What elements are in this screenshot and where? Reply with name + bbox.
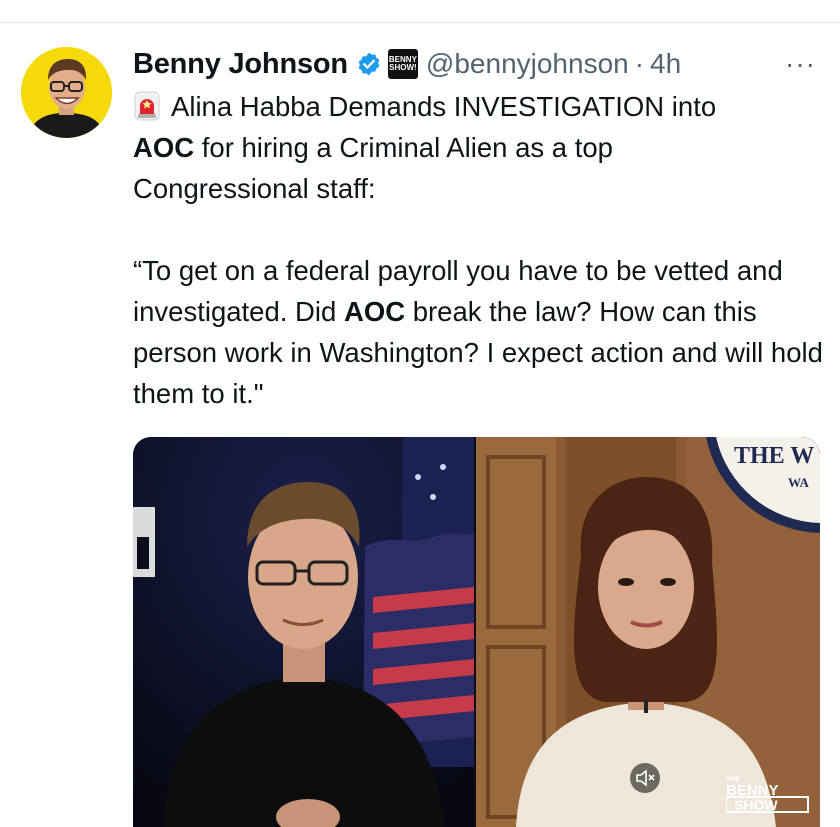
video-player[interactable]: THE W WA <box>133 437 820 827</box>
text-line-1: Alina Habba Demands INVESTIGATION into <box>133 86 823 127</box>
badge-line2: SHOW! <box>389 63 417 72</box>
benny-show-watermark: THE BENNY SHOW <box>726 776 809 813</box>
seal-text: THE W <box>734 443 814 469</box>
avatar[interactable] <box>21 47 112 138</box>
watermark-line3: SHOW <box>734 797 778 813</box>
siren-icon <box>133 91 161 121</box>
text-line-2: AOC for hiring a Criminal Alien as a top <box>133 127 823 168</box>
verified-icon <box>356 51 382 77</box>
video-left-panel <box>133 437 474 827</box>
bold-aoc-2: AOC <box>343 296 406 327</box>
bold-aoc: AOC <box>133 132 195 163</box>
mute-icon[interactable] <box>630 763 660 793</box>
text-line2-rest: for hiring a Criminal Alien as a top <box>194 132 613 163</box>
tweet-header: Benny Johnson BENNY SHOW! @bennyjohnson … <box>133 44 681 84</box>
separator-dot: · <box>634 48 645 79</box>
timestamp[interactable]: 4h <box>650 48 681 80</box>
text-line1: Alina Habba Demands INVESTIGATION into <box>171 91 717 122</box>
text-line3: Congressional staff: <box>133 173 376 204</box>
affiliation-badge[interactable]: BENNY SHOW! <box>387 49 418 79</box>
author-name[interactable]: Benny Johnson <box>133 48 348 81</box>
tweet-text: Alina Habba Demands INVESTIGATION into A… <box>133 86 823 414</box>
avatar-photo <box>21 47 112 138</box>
quote-paragraph: “To get on a federal payroll you have to… <box>133 250 823 414</box>
more-icon[interactable]: ··· <box>785 48 816 80</box>
top-divider <box>0 22 840 23</box>
author-handle[interactable]: @bennyjohnson <box>426 48 629 80</box>
seal-subtext: WA <box>788 475 810 490</box>
